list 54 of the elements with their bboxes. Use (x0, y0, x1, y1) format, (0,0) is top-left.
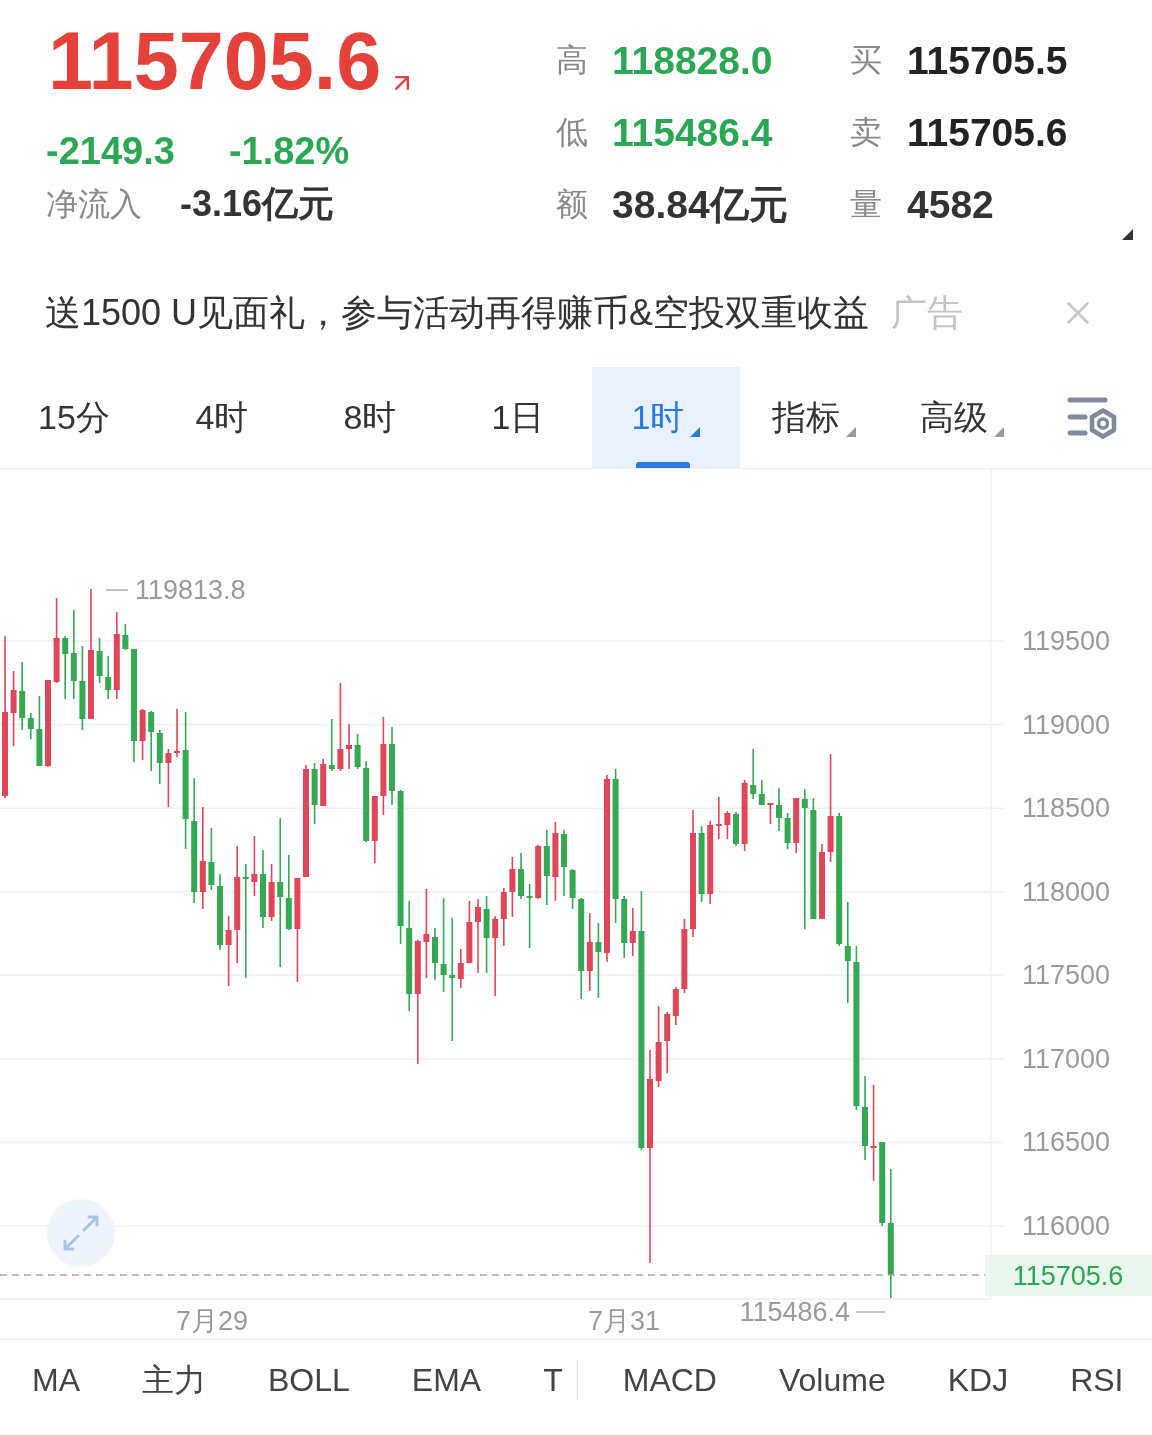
corner-triangle-icon[interactable] (1122, 229, 1133, 240)
high-price-label: 119813.8 (135, 575, 246, 605)
timeframe-tab[interactable]: 8时 (296, 367, 444, 468)
stat-label: 卖 (850, 116, 882, 148)
net-inflow-value: -3.16亿元 (180, 186, 335, 222)
indicator-tab[interactable]: EMA (411, 1360, 482, 1400)
timeframe-tab[interactable]: 4时 (148, 367, 296, 468)
timeframe-tab[interactable]: 1时 (592, 367, 740, 468)
indicator-tab[interactable]: KDJ (947, 1360, 1009, 1400)
net-inflow-label: 净流入 (46, 186, 142, 222)
price-change: -2149.3 (46, 132, 175, 170)
stat-label: 高 (556, 44, 588, 76)
settings-icon (1067, 395, 1117, 440)
price-axis-label: 118500 (1022, 793, 1111, 824)
price-axis-label: 117000 (1022, 1043, 1111, 1074)
stat-label: 低 (556, 116, 588, 148)
expand-icon[interactable] (47, 1199, 115, 1267)
timeframe-tab[interactable]: 指标 (740, 367, 888, 468)
price-axis-label: 118000 (1022, 876, 1111, 907)
leader-line (855, 1311, 886, 1313)
ad-label: 广告 (891, 290, 964, 335)
indicator-tab[interactable]: BOLL (268, 1360, 350, 1400)
stat-label: 额 (556, 188, 588, 220)
price-axis-label: 116000 (1022, 1211, 1111, 1241)
price-axis-label: 119000 (1022, 709, 1111, 740)
indicator-tab[interactable]: RSI (1070, 1360, 1124, 1400)
indicator-tab[interactable]: T (543, 1360, 563, 1400)
date-axis-label: 7月31 (587, 1306, 661, 1336)
promo-banner-text[interactable]: 送1500 U见面礼，参与活动再得赚币&空投双重收益 (45, 288, 870, 338)
indicator-tab[interactable]: MACD (622, 1360, 717, 1400)
date-axis-label: 7月29 (175, 1306, 249, 1336)
chart-settings-button[interactable] (1067, 395, 1117, 440)
price-axis-label: 119500 (1022, 626, 1111, 656)
price-axis-label: 116500 (1022, 1127, 1111, 1158)
leader-line (105, 589, 129, 591)
stat-value: 115486.4 (612, 112, 773, 152)
last-price: 115705.6 (48, 21, 382, 101)
stat-value: 115705.5 (907, 40, 1068, 80)
timeframe-tab[interactable]: 1日 (444, 367, 592, 468)
price-change-percent: -1.82% (228, 132, 350, 170)
stat-value: 4582 (907, 184, 994, 224)
stat-label: 量 (850, 188, 882, 220)
stat-value: 38.84亿元 (612, 184, 788, 224)
stat-value: 115705.6 (907, 112, 1068, 152)
stat-label: 买 (850, 44, 882, 76)
indicator-tab[interactable]: Volume (778, 1360, 886, 1400)
price-axis-label: 117500 (1022, 960, 1111, 991)
low-price-label: 115486.4 (739, 1297, 850, 1327)
indicator-tab[interactable]: 主力 (142, 1360, 206, 1400)
timeframe-tab[interactable]: 15分 (0, 367, 148, 468)
timeframe-tab[interactable]: 高级 (888, 367, 1036, 468)
indicator-tab[interactable]: MA (32, 1360, 80, 1400)
stat-value: 118828.0 (612, 40, 773, 80)
current-price-label: 115705.6 (985, 1255, 1152, 1296)
